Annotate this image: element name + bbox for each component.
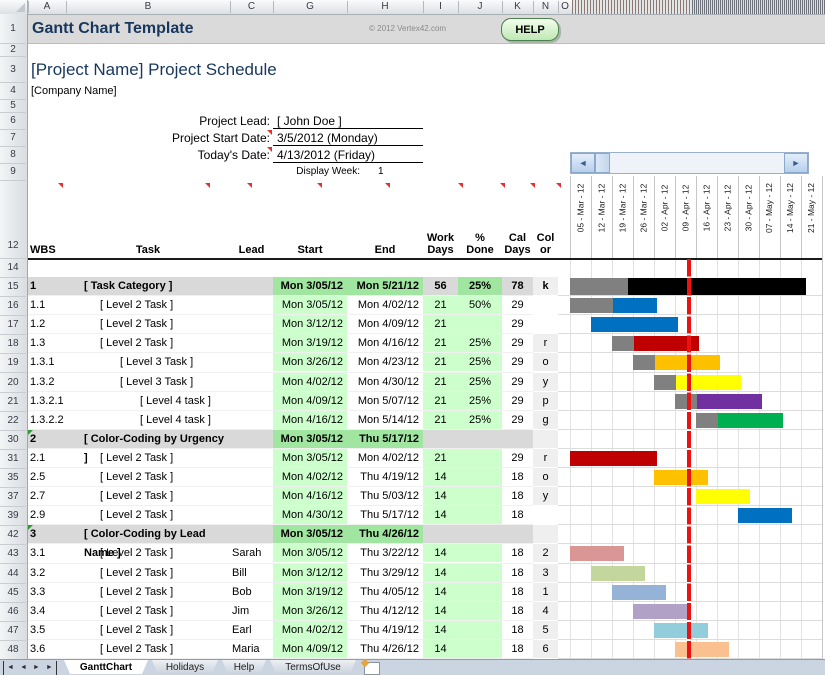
row-header-20[interactable]: 20 xyxy=(0,373,26,393)
column-separator xyxy=(347,1,348,13)
tab-next-icon[interactable]: ► xyxy=(30,661,43,675)
row-header-30[interactable]: 30 xyxy=(0,430,26,450)
underline xyxy=(273,128,423,129)
row-header-42[interactable]: 42 xyxy=(0,525,26,545)
new-sheet-star-icon xyxy=(361,659,369,667)
compressed-columns xyxy=(692,0,825,14)
project-lead-value[interactable]: [ John Doe ] xyxy=(277,114,342,128)
tab-last-icon[interactable]: ► xyxy=(43,661,57,675)
select-all-corner[interactable] xyxy=(0,0,28,14)
column-separator xyxy=(423,1,424,13)
tab-first-icon[interactable]: ◄ xyxy=(3,661,17,675)
row-header-4[interactable]: 4 xyxy=(0,82,26,100)
tab-termsofuse[interactable]: TermsOfUse xyxy=(270,660,356,674)
display-week-label: Display Week: xyxy=(210,166,360,177)
week-scrollbar[interactable]: ◄ ► xyxy=(570,152,809,174)
row-header-22[interactable]: 22 xyxy=(0,411,26,431)
row-header-17[interactable]: 17 xyxy=(0,315,26,335)
row-header-31[interactable]: 31 xyxy=(0,449,26,469)
tab-navigation: ◄◄►► xyxy=(0,660,57,672)
column-separator xyxy=(66,1,67,13)
tab-ganttchart[interactable]: GanttChart xyxy=(64,660,148,674)
project-start-date-label: Project Start Date: xyxy=(0,131,270,145)
column-header-H[interactable]: H xyxy=(347,0,423,14)
row-header-15[interactable]: 15 xyxy=(0,277,26,297)
row-header-37[interactable]: 37 xyxy=(0,487,26,507)
scroll-right-button[interactable]: ► xyxy=(784,153,808,173)
row-header-16[interactable]: 16 xyxy=(0,296,26,316)
column-header-K[interactable]: K xyxy=(502,0,533,14)
row-header-12[interactable]: 12 xyxy=(0,232,26,259)
row-header-35[interactable]: 35 xyxy=(0,468,26,488)
row-header-3[interactable]: 3 xyxy=(0,56,26,83)
project-start-date-value[interactable]: 3/5/2012 (Monday) xyxy=(277,131,378,145)
column-header-N[interactable]: N xyxy=(533,0,558,14)
row-header-19[interactable]: 19 xyxy=(0,353,26,373)
row-header-43[interactable]: 43 xyxy=(0,544,26,564)
tab-prev-icon[interactable]: ◄ xyxy=(17,661,30,675)
column-header-O[interactable]: O xyxy=(558,0,572,14)
row-header-gutter[interactable]: 1234567891214151617181920212230313537394… xyxy=(0,14,28,659)
project-schedule-title[interactable]: [Project Name] Project Schedule xyxy=(31,60,277,80)
company-name-cell[interactable]: [Company Name] xyxy=(31,85,117,97)
todays-date-value[interactable]: 4/13/2012 (Friday) xyxy=(277,148,375,162)
row-header-47[interactable]: 47 xyxy=(0,621,26,641)
workbook-title: Gantt Chart Template xyxy=(32,20,194,38)
row-header-2[interactable]: 2 xyxy=(0,43,26,57)
underline xyxy=(273,145,423,146)
display-week-value[interactable]: 1 xyxy=(378,166,384,177)
insert-sheet-tab[interactable] xyxy=(364,662,380,675)
copyright-text: © 2012 Vertex42.com xyxy=(369,24,446,33)
column-header-I[interactable]: I xyxy=(423,0,458,14)
column-separator xyxy=(502,1,503,13)
row-header-1[interactable]: 1 xyxy=(0,14,26,44)
tab-help[interactable]: Help xyxy=(222,660,266,674)
column-header-strip[interactable]: ABCGHIJKNO xyxy=(0,0,825,15)
project-lead-label: Project Lead: xyxy=(0,114,270,128)
row-header-39[interactable]: 39 xyxy=(0,506,26,526)
column-header-G[interactable]: G xyxy=(273,0,347,14)
column-header-J[interactable]: J xyxy=(458,0,502,14)
row-header-5[interactable]: 5 xyxy=(0,99,26,113)
row-header-9[interactable]: 9 xyxy=(0,163,26,181)
column-separator xyxy=(558,1,559,13)
underline xyxy=(273,162,423,163)
todays-date-label: Today's Date: xyxy=(0,148,270,162)
row-header-46[interactable]: 46 xyxy=(0,602,26,622)
row-header-14[interactable]: 14 xyxy=(0,258,26,278)
help-button[interactable]: HELP xyxy=(501,18,559,41)
sheet-tab-bar: ◄◄►► GanttChartHolidaysHelpTermsOfUse xyxy=(0,659,825,675)
scrollbar-thumb[interactable] xyxy=(595,153,610,173)
row-header-21[interactable]: 21 xyxy=(0,392,26,412)
column-header-A[interactable]: A xyxy=(28,0,66,14)
tab-holidays[interactable]: Holidays xyxy=(152,660,218,674)
scroll-left-button[interactable]: ◄ xyxy=(571,153,595,173)
row-header-18[interactable]: 18 xyxy=(0,334,26,354)
row-header-48[interactable]: 48 xyxy=(0,640,26,660)
column-separator xyxy=(230,1,231,13)
sheet-background xyxy=(28,14,825,659)
compressed-columns xyxy=(572,0,692,14)
column-separator xyxy=(273,1,274,13)
column-header-B[interactable]: B xyxy=(66,0,230,14)
row-header-44[interactable]: 44 xyxy=(0,564,26,584)
column-separator xyxy=(458,1,459,13)
column-separator xyxy=(533,1,534,13)
column-header-C[interactable]: C xyxy=(230,0,273,14)
row-header-45[interactable]: 45 xyxy=(0,583,26,603)
column-separator xyxy=(28,1,29,13)
